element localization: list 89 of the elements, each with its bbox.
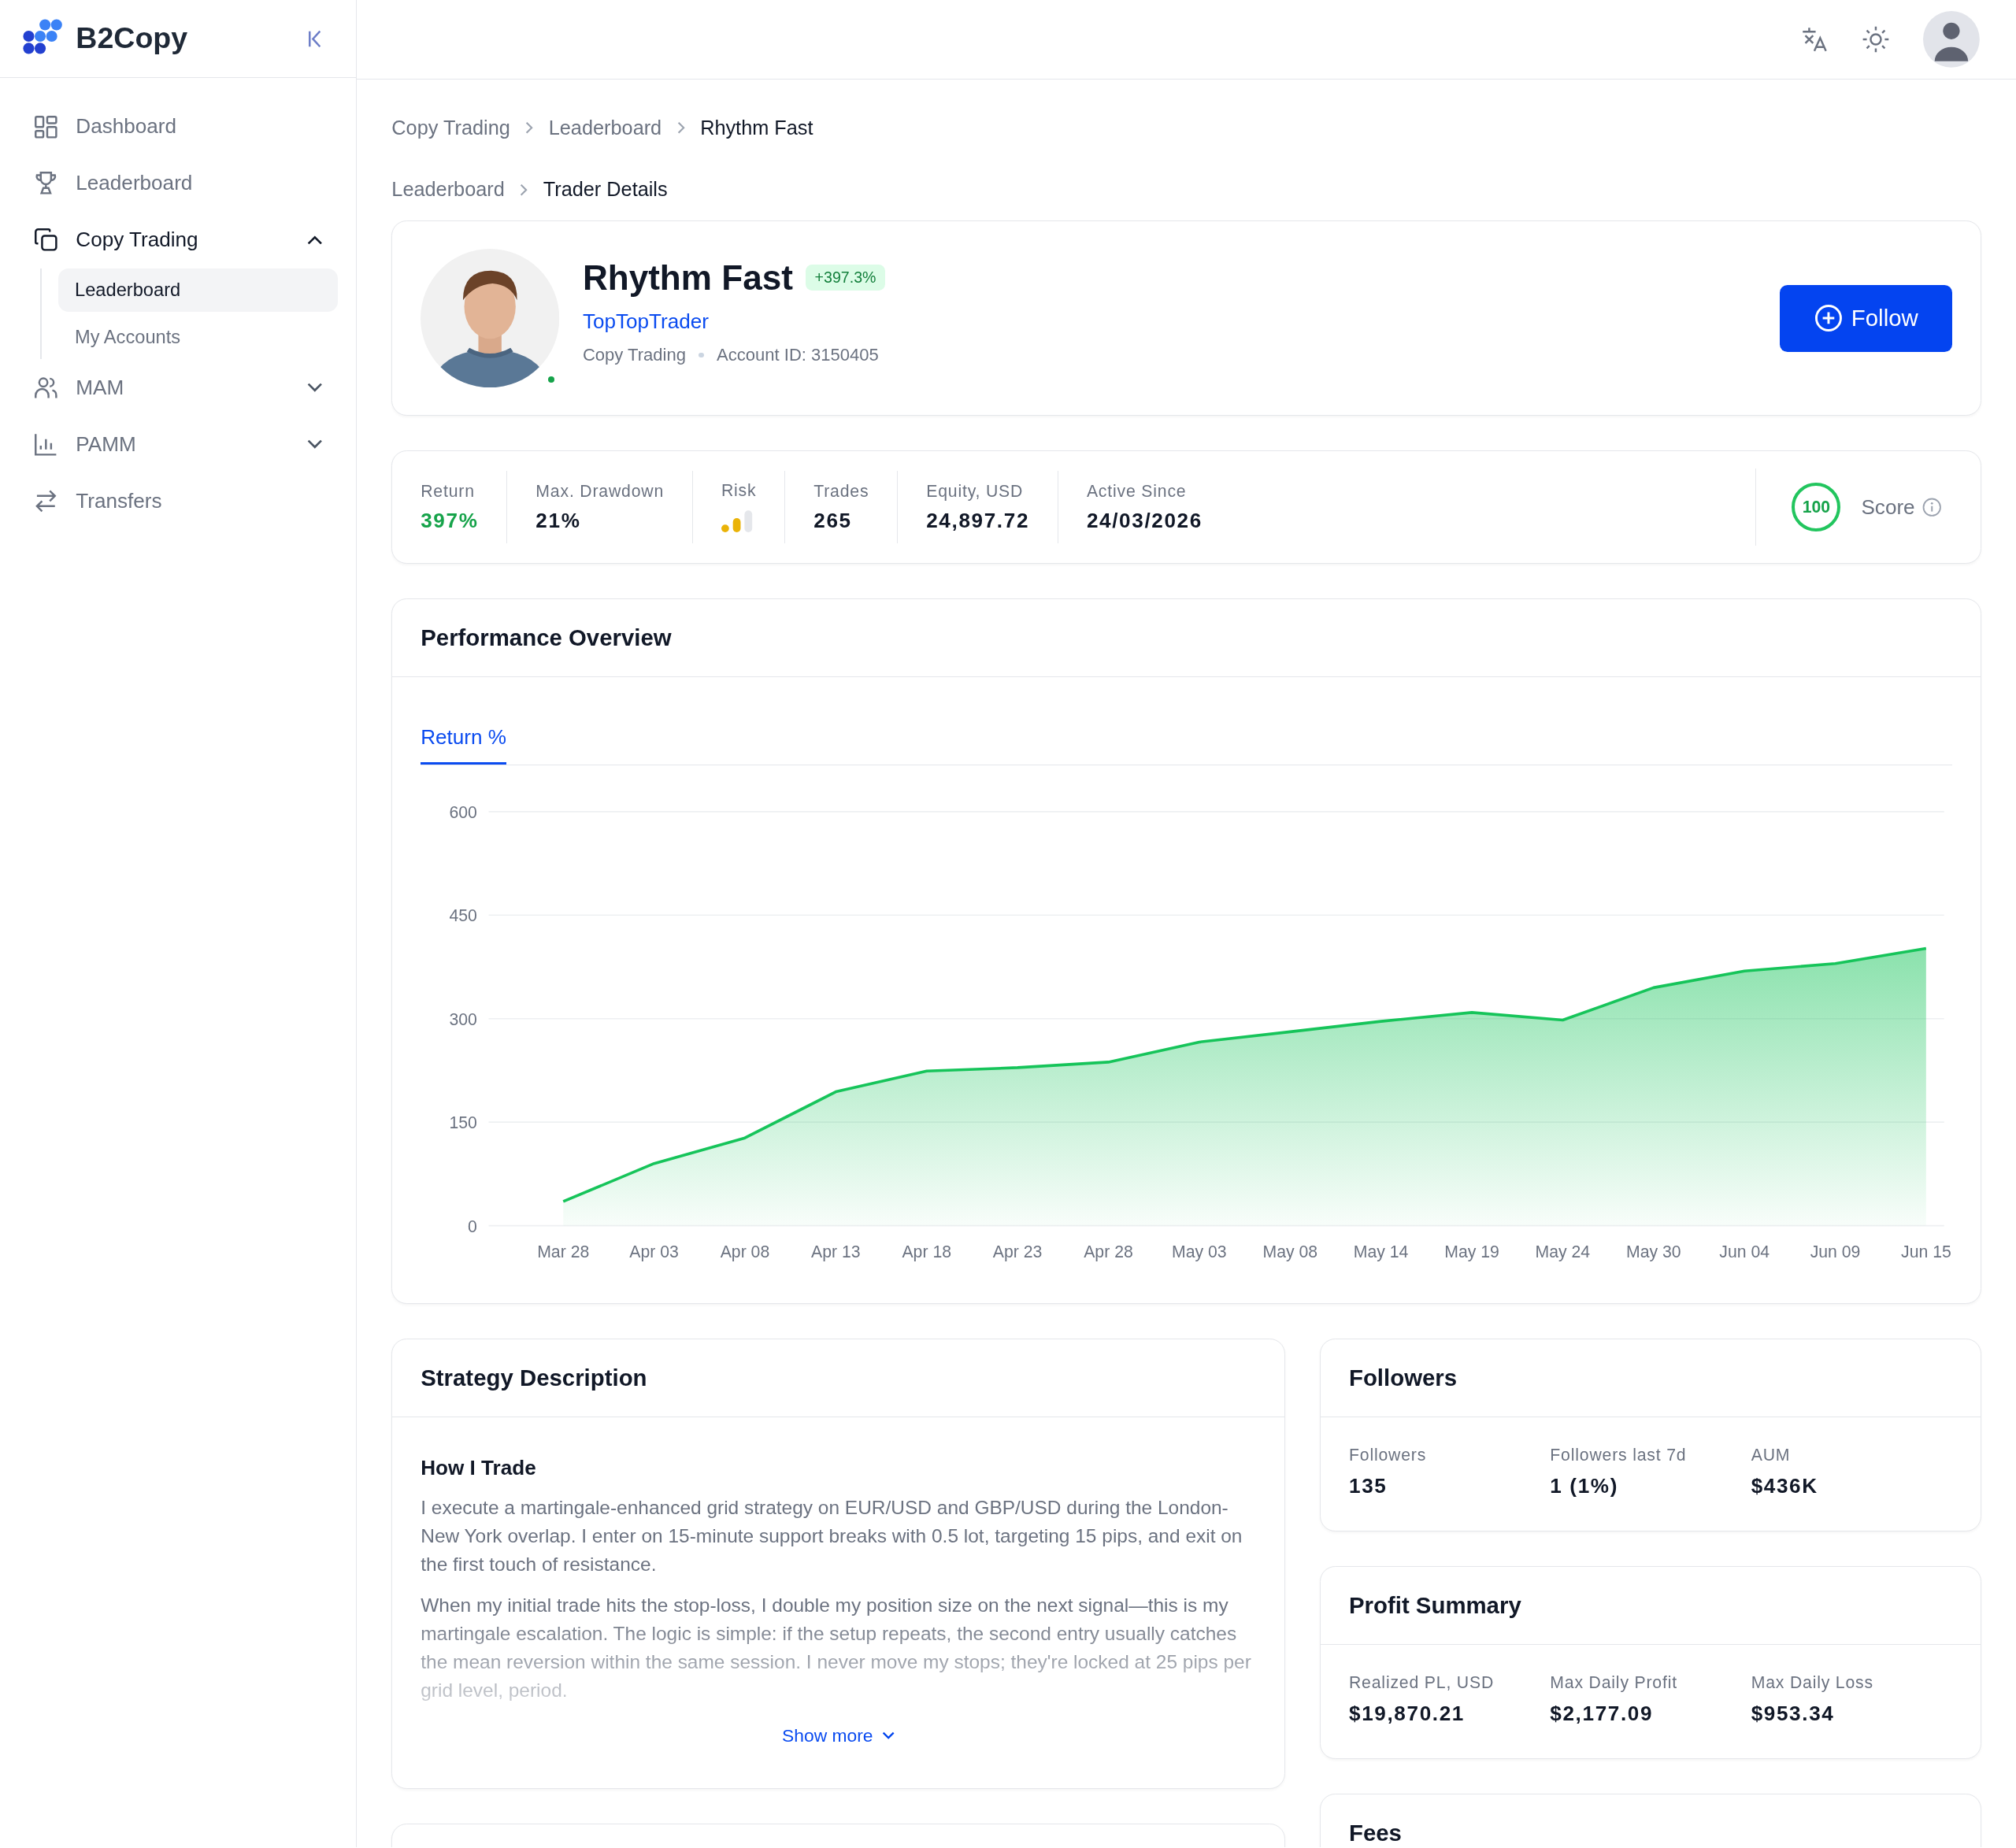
axis-label: 150	[449, 1113, 478, 1132]
score-ring: 100	[1792, 483, 1841, 532]
axis-label: Jun 04	[1719, 1242, 1770, 1261]
axis-label: 450	[449, 906, 478, 925]
username-link[interactable]: TopTopTrader	[582, 309, 710, 334]
axis-label: May 14	[1354, 1242, 1409, 1261]
chevron-right-icon	[525, 121, 534, 135]
nav-item[interactable]: Leaderboard	[17, 154, 339, 212]
info-icon[interactable]	[1922, 497, 1942, 517]
stat-label: Equity, USD	[926, 481, 1025, 501]
card-title: Fees	[1321, 1794, 1981, 1848]
plus-circle-icon	[1814, 304, 1843, 333]
nav-item[interactable]: Transfers	[17, 472, 339, 529]
stat-value: 397%	[421, 508, 479, 533]
stat-label: Return	[421, 481, 476, 501]
stat-label: Max. Drawdown	[536, 481, 665, 501]
axis-label: 0	[468, 1217, 478, 1235]
description-paragraph: When my initial trade hits the stop-loss, I double my position size on the next signal—this is my martingale escalation. The logic is simple: if the setup repeats, the second entry usually catches the mean reversion within the same session. I never move my stops; they're locked at 25 pips per grid level, period.	[421, 1593, 1252, 1702]
axis-label: Mar 28	[537, 1242, 590, 1261]
chevron-icon	[307, 439, 323, 450]
axis-label: May 19	[1444, 1242, 1500, 1261]
chevron-right-icon	[520, 183, 528, 197]
stat-label: Active Since	[1086, 481, 1188, 501]
stat-value: $953.34	[1751, 1701, 1836, 1726]
stat-value: $436K	[1751, 1473, 1819, 1498]
axis-label: Apr 08	[720, 1242, 770, 1261]
nav-item[interactable]: PAMM	[17, 416, 339, 473]
show-more-button[interactable]: Show more	[782, 1724, 895, 1746]
chart-tab[interactable]: Return %	[421, 713, 507, 765]
axis-label: May 24	[1535, 1242, 1591, 1261]
axis-label: 600	[449, 802, 478, 821]
score-label: Score	[1861, 494, 1915, 520]
stat-label: AUM	[1751, 1446, 1792, 1465]
dashboard-icon	[33, 113, 60, 140]
chevron-right-icon	[676, 121, 685, 135]
stat-value: 24,897.72	[926, 508, 1030, 533]
stat-label: Max Daily Profit	[1550, 1673, 1678, 1693]
stat-value: 24/03/2026	[1086, 508, 1203, 533]
trader-name: Rhythm Fast	[582, 257, 793, 298]
stat-value: 265	[813, 508, 853, 533]
stat-label: Max Daily Loss	[1751, 1673, 1874, 1693]
section-heading: How I Trade	[421, 1456, 537, 1481]
axis-label: May 08	[1262, 1242, 1318, 1261]
stat-value: 21%	[536, 508, 582, 533]
axis-label: Jun 09	[1810, 1242, 1861, 1261]
breadcrumb-link[interactable]: Leaderboard	[548, 117, 662, 140]
user-avatar[interactable]	[1923, 10, 1981, 68]
stat-value: $19,870.21	[1349, 1701, 1466, 1726]
collapse-icon[interactable]	[307, 29, 323, 48]
chevron-icon	[307, 235, 323, 246]
separator-dot	[699, 352, 704, 358]
stat-value: $2,177.09	[1550, 1701, 1655, 1726]
nav-subitem[interactable]: My Accounts	[57, 315, 339, 360]
axis-label: Apr 23	[993, 1242, 1043, 1261]
axis-label: Apr 28	[1084, 1242, 1133, 1261]
card-title: Performance Overview	[392, 599, 1981, 678]
axis-label: Apr 13	[811, 1242, 861, 1261]
meta-text: Copy Trading	[582, 345, 686, 366]
breadcrumb-link[interactable]: Copy Trading	[391, 117, 510, 140]
stat-label: Followers	[1349, 1446, 1428, 1465]
brand-name: B2Copy	[76, 21, 189, 56]
copy-icon	[33, 227, 60, 253]
chevron-icon	[307, 382, 323, 393]
card-title: Profit Summary	[1321, 1567, 1981, 1646]
stat-label: Followers last 7d	[1550, 1446, 1688, 1465]
stat-label: Trades	[813, 481, 869, 501]
return-badge: +397.3%	[806, 265, 885, 291]
axis-label: Jun 15	[1901, 1242, 1951, 1261]
chevron-down-icon	[882, 1731, 895, 1739]
stat-label: Realized PL, USD	[1349, 1673, 1495, 1693]
axis-label: May 03	[1172, 1242, 1227, 1261]
meta-text: Account ID: 3150405	[717, 345, 879, 366]
description-paragraph: I execute a martingale-enhanced grid strategy on EUR/USD and GBP/USD during the London-New York overlap. I enter on 15-minute support breaks with 0.5 lot, targeting 15 pips, and exit on the first touch of resistance.	[421, 1495, 1243, 1576]
nav-item[interactable]: Dashboard	[17, 98, 339, 155]
breadcrumb-link[interactable]: Leaderboard	[391, 178, 505, 202]
card-title: Followers	[1321, 1339, 1981, 1418]
axis-label: 300	[449, 1009, 478, 1028]
stat-value: 1 (1%)	[1550, 1473, 1619, 1498]
theme-icon[interactable]	[1862, 24, 1890, 54]
nav-item[interactable]: Copy Trading	[17, 211, 339, 268]
axis-label: May 30	[1626, 1242, 1681, 1261]
nav-item[interactable]: MAM	[17, 359, 339, 417]
stat-value: 135	[1349, 1473, 1388, 1498]
axis-label: Apr 18	[902, 1242, 952, 1261]
stat-label: Risk	[721, 480, 757, 500]
follow-button[interactable]: Follow	[1780, 284, 1952, 352]
nav-subitem[interactable]: Leaderboard	[57, 268, 339, 313]
axis-label: Apr 03	[629, 1242, 680, 1261]
card-title: Strategy Description	[392, 1339, 1284, 1418]
